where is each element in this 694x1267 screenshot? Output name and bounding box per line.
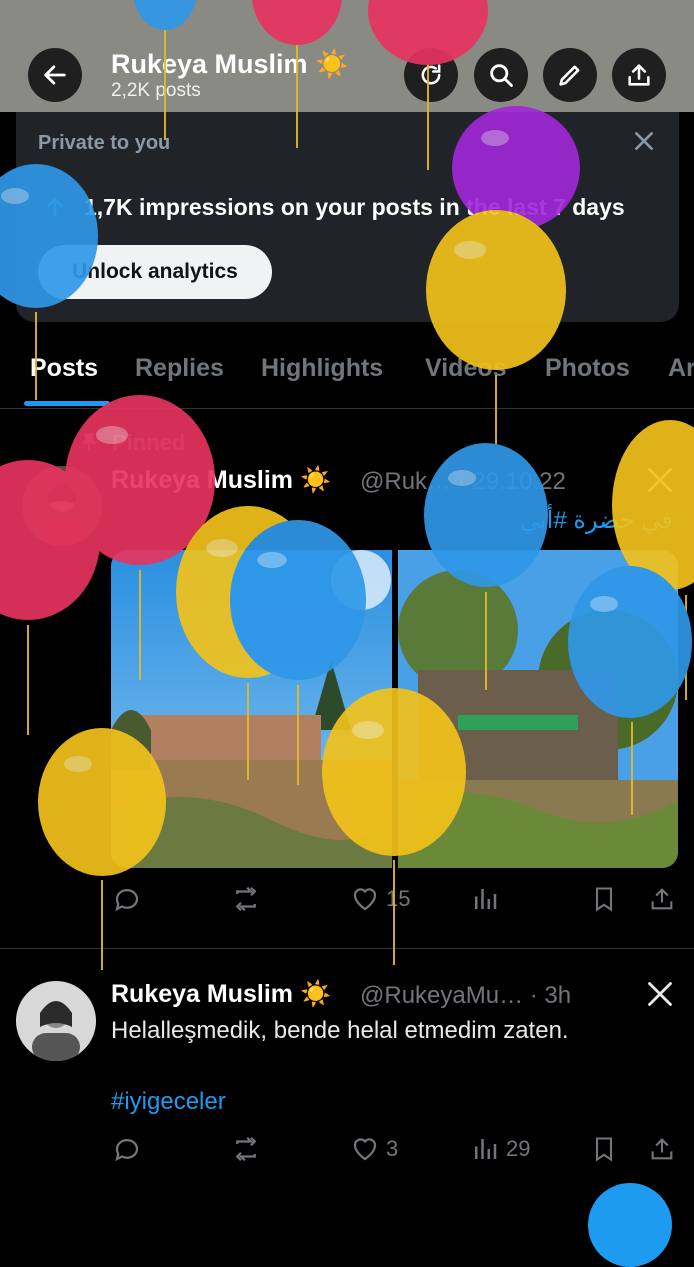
pinned-label: Pinned [112, 430, 186, 455]
heart-icon [353, 888, 377, 911]
view-count: 29 [506, 1136, 531, 1161]
repost-icon [235, 1136, 257, 1162]
posts-count: 2,2K posts [111, 80, 201, 101]
search-icon [490, 64, 513, 87]
avatar[interactable] [16, 981, 96, 1061]
hashtag-link[interactable]: #iyigeceler [111, 1088, 226, 1116]
repost-button[interactable] [230, 1134, 262, 1164]
share-icon [651, 1138, 673, 1160]
share-post-button[interactable] [648, 1134, 676, 1164]
x-logo-icon [648, 468, 672, 492]
edit-icon [559, 65, 580, 86]
profile-name: Rukeya Muslim ☀️ [111, 49, 349, 79]
repost-button[interactable] [230, 884, 262, 914]
reply-button[interactable] [112, 1134, 142, 1164]
bookmark-icon [595, 1137, 613, 1162]
unlock-analytics-button[interactable]: Unlock analytics [38, 245, 272, 299]
profile-header: Rukeya Muslim ☀️ 2,2K posts [0, 0, 694, 112]
compose-fab[interactable] [588, 1183, 672, 1267]
share-icon [651, 888, 673, 910]
tab-replies[interactable]: Replies [135, 354, 224, 383]
refresh-icon [421, 64, 441, 85]
pin-icon [81, 432, 97, 451]
impressions-text: 1,7K impressions on your posts in the la… [84, 194, 625, 220]
like-count: 15 [386, 886, 411, 911]
like-count: 3 [386, 1136, 399, 1161]
views-button[interactable]: 29 [470, 1134, 530, 1164]
back-arrow-icon [44, 65, 66, 85]
views-icon [475, 1139, 497, 1159]
close-icon [635, 132, 653, 150]
tab-articles[interactable]: Ar [668, 354, 694, 383]
post-text: Helalleşmedik, bende helal etmedim zaten… [111, 1017, 569, 1044]
share-post-button[interactable] [648, 884, 676, 914]
back-button[interactable] [28, 48, 82, 102]
share-icon [628, 64, 650, 86]
bookmark-button[interactable] [590, 1134, 618, 1164]
post-handle-date: @Ruk… · 29.10.22 [360, 468, 566, 495]
tab-photos[interactable]: Photos [545, 354, 630, 383]
edit-button[interactable] [543, 48, 597, 102]
post-image-2[interactable] [398, 550, 678, 868]
search-button[interactable] [474, 48, 528, 102]
like-button[interactable]: 15 [350, 884, 410, 914]
bookmark-icon [595, 887, 613, 912]
views-icon [475, 889, 497, 909]
profile-tabs: Posts Replies Highlights Videos Photos A… [0, 340, 694, 409]
post-text: في حضرة #أبي [520, 507, 673, 534]
garden-photo [398, 550, 678, 868]
avatar-photo [22, 466, 102, 546]
x-logo-icon [648, 982, 672, 1006]
post-divider [0, 948, 694, 949]
post-handle-time: @RukeyaMu… · 3h [360, 982, 572, 1009]
active-tab-indicator [24, 401, 110, 406]
views-button[interactable] [470, 884, 500, 914]
analytics-card: Private to you 1,7K impressions on your … [16, 112, 679, 322]
avatar[interactable] [22, 466, 102, 546]
reply-icon [115, 1139, 139, 1162]
post-image-1[interactable] [111, 550, 392, 868]
courtyard-photo [111, 550, 392, 868]
heart-icon [353, 1138, 377, 1161]
avatar-photo [16, 981, 96, 1061]
post-author-name[interactable]: Rukeya Muslim ☀️ [111, 980, 331, 1009]
reply-button[interactable] [112, 884, 142, 914]
repost-icon [235, 886, 257, 912]
tab-posts[interactable]: Posts [30, 354, 98, 383]
tab-highlights[interactable]: Highlights [261, 354, 383, 383]
post-author-name[interactable]: Rukeya Muslim ☀️ [111, 466, 331, 495]
tab-videos[interactable]: Videos [425, 354, 507, 383]
private-label: Private to you [38, 132, 171, 154]
bookmark-button[interactable] [590, 884, 618, 914]
arrow-up-icon [47, 197, 63, 217]
reply-icon [115, 889, 139, 912]
like-button[interactable]: 3 [350, 1134, 398, 1164]
share-button[interactable] [612, 48, 666, 102]
refresh-button[interactable] [404, 48, 458, 102]
close-button[interactable] [631, 128, 657, 159]
